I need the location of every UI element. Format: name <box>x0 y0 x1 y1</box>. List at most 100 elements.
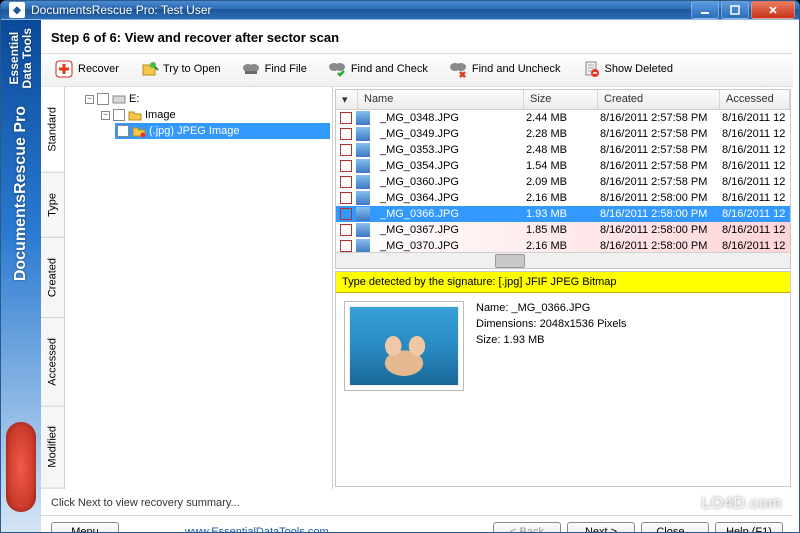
checkbox[interactable] <box>340 144 352 156</box>
horizontal-scrollbar[interactable] <box>336 252 790 268</box>
checkbox[interactable] <box>117 125 129 137</box>
checkbox[interactable] <box>340 240 352 252</box>
titlebar[interactable]: ◆ DocumentsRescue Pro: Test User <box>1 1 799 19</box>
close-dialog-button[interactable]: Close... <box>641 522 709 533</box>
checkbox[interactable] <box>340 176 352 188</box>
list-body[interactable]: _MG_0348.JPG2.44 MB8/16/2011 2:57:58 PM8… <box>336 110 790 252</box>
checkbox[interactable] <box>340 160 352 172</box>
file-icon <box>356 175 370 189</box>
find-file-icon <box>241 59 261 79</box>
cell-accessed: 8/16/2011 12:0 <box>716 176 786 188</box>
cell-accessed: 8/16/2011 12:0 <box>716 144 786 156</box>
scroll-thumb[interactable] <box>495 254 525 268</box>
cell-accessed: 8/16/2011 12:0 <box>716 112 786 124</box>
table-row[interactable]: _MG_0348.JPG2.44 MB8/16/2011 2:57:58 PM8… <box>336 110 790 126</box>
try-open-icon <box>139 59 159 79</box>
tab-standard[interactable]: Standard <box>41 87 64 173</box>
file-icon <box>356 191 370 205</box>
cell-created: 8/16/2011 2:58:00 PM <box>594 208 716 220</box>
website-link[interactable]: www.EssentialDataTools.com <box>185 526 329 533</box>
preview-meta: Name: _MG_0366.JPG Dimensions: 2048x1536… <box>476 301 626 478</box>
try-open-button[interactable]: Try to Open <box>132 56 228 82</box>
back-button[interactable]: < Back <box>493 522 561 533</box>
cell-size: 2.09 MB <box>520 176 594 188</box>
file-icon <box>356 207 370 221</box>
file-icon <box>356 143 370 157</box>
tab-accessed[interactable]: Accessed <box>41 318 64 407</box>
cell-size: 2.48 MB <box>520 144 594 156</box>
cell-created: 8/16/2011 2:58:00 PM <box>594 240 716 252</box>
next-button[interactable]: Next > <box>567 522 635 533</box>
cell-name: _MG_0354.JPG <box>374 160 520 172</box>
find-uncheck-button[interactable]: Find and Uncheck <box>441 56 568 82</box>
table-row[interactable]: _MG_0370.JPG2.16 MB8/16/2011 2:58:00 PM8… <box>336 238 790 252</box>
cell-size: 1.93 MB <box>520 208 594 220</box>
cell-accessed: 8/16/2011 12:0 <box>716 240 786 252</box>
collapse-icon[interactable]: − <box>85 95 94 104</box>
tree-root[interactable]: −E: <box>83 91 330 107</box>
find-check-button[interactable]: Find and Check <box>320 56 435 82</box>
maximize-button[interactable] <box>721 1 749 19</box>
table-row[interactable]: _MG_0353.JPG2.48 MB8/16/2011 2:57:58 PM8… <box>336 142 790 158</box>
brand-tagline: EssentialData Tools <box>8 20 34 96</box>
menu-button[interactable]: Menu <box>51 522 119 533</box>
checkbox[interactable] <box>340 192 352 204</box>
tree-pane[interactable]: −E: −Image (.jpg) JPEG Image <box>65 87 333 489</box>
brand-banner: EssentialData Tools DocumentsRescue Pro <box>1 20 41 533</box>
show-deleted-button[interactable]: Show Deleted <box>574 56 681 82</box>
table-row[interactable]: _MG_0349.JPG2.28 MB8/16/2011 2:57:58 PM8… <box>336 126 790 142</box>
tree-node-image[interactable]: −Image <box>99 107 330 123</box>
recover-icon <box>54 59 74 79</box>
checkbox[interactable] <box>340 208 352 220</box>
cell-created: 8/16/2011 2:57:58 PM <box>594 176 716 188</box>
find-uncheck-icon <box>448 59 468 79</box>
table-row[interactable]: _MG_0366.JPG1.93 MB8/16/2011 2:58:00 PM8… <box>336 206 790 222</box>
checkbox[interactable] <box>113 109 125 121</box>
cell-accessed: 8/16/2011 12:0 <box>716 192 786 204</box>
cell-created: 8/16/2011 2:58:00 PM <box>594 192 716 204</box>
cell-created: 8/16/2011 2:57:58 PM <box>594 144 716 156</box>
table-row[interactable]: _MG_0360.JPG2.09 MB8/16/2011 2:57:58 PM8… <box>336 174 790 190</box>
help-button[interactable]: Help (F1) <box>715 522 783 533</box>
col-name[interactable]: Name <box>358 90 524 109</box>
table-row[interactable]: _MG_0364.JPG2.16 MB8/16/2011 2:58:00 PM8… <box>336 190 790 206</box>
cell-name: _MG_0348.JPG <box>374 112 520 124</box>
side-tabs: Standard Type Created Accessed Modified <box>41 87 65 489</box>
preview-pane: Type detected by the signature: [.jpg] J… <box>335 271 791 487</box>
cell-name: _MG_0367.JPG <box>374 224 520 236</box>
recover-button[interactable]: Recover <box>47 56 126 82</box>
brand-graphic <box>6 422 36 512</box>
file-icon <box>356 223 370 237</box>
cell-accessed: 8/16/2011 12:0 <box>716 128 786 140</box>
col-accessed[interactable]: Accessed <box>720 90 790 109</box>
col-created[interactable]: Created <box>598 90 720 109</box>
tab-created[interactable]: Created <box>41 238 64 318</box>
show-deleted-icon <box>581 59 601 79</box>
tree-node-jpg[interactable]: (.jpg) JPEG Image <box>115 123 330 139</box>
cell-accessed: 8/16/2011 12:0 <box>716 224 786 236</box>
checkbox[interactable] <box>97 93 109 105</box>
list-header[interactable]: ▾ Name Size Created Accessed <box>336 90 790 110</box>
checkbox[interactable] <box>340 128 352 140</box>
checkbox[interactable] <box>340 224 352 236</box>
checkbox[interactable] <box>340 112 352 124</box>
drive-icon <box>112 92 126 106</box>
cell-name: _MG_0370.JPG <box>374 240 520 252</box>
signature-bar: Type detected by the signature: [.jpg] J… <box>336 272 790 293</box>
status-text: Click Next to view recovery summary... <box>41 489 793 515</box>
folder-icon <box>132 124 146 138</box>
tab-type[interactable]: Type <box>41 173 64 238</box>
toolbar: Recover Try to Open Find File Find and C… <box>41 53 793 87</box>
cell-size: 2.16 MB <box>520 240 594 252</box>
close-button[interactable] <box>751 1 795 19</box>
collapse-icon[interactable]: − <box>101 111 110 120</box>
find-file-button[interactable]: Find File <box>234 56 314 82</box>
brand-product: DocumentsRescue Pro <box>12 96 30 291</box>
col-size[interactable]: Size <box>524 90 598 109</box>
minimize-button[interactable] <box>691 1 719 19</box>
tab-modified[interactable]: Modified <box>41 406 64 489</box>
preview-thumbnail <box>344 301 464 391</box>
cell-created: 8/16/2011 2:57:58 PM <box>594 112 716 124</box>
table-row[interactable]: _MG_0354.JPG1.54 MB8/16/2011 2:57:58 PM8… <box>336 158 790 174</box>
table-row[interactable]: _MG_0367.JPG1.85 MB8/16/2011 2:58:00 PM8… <box>336 222 790 238</box>
